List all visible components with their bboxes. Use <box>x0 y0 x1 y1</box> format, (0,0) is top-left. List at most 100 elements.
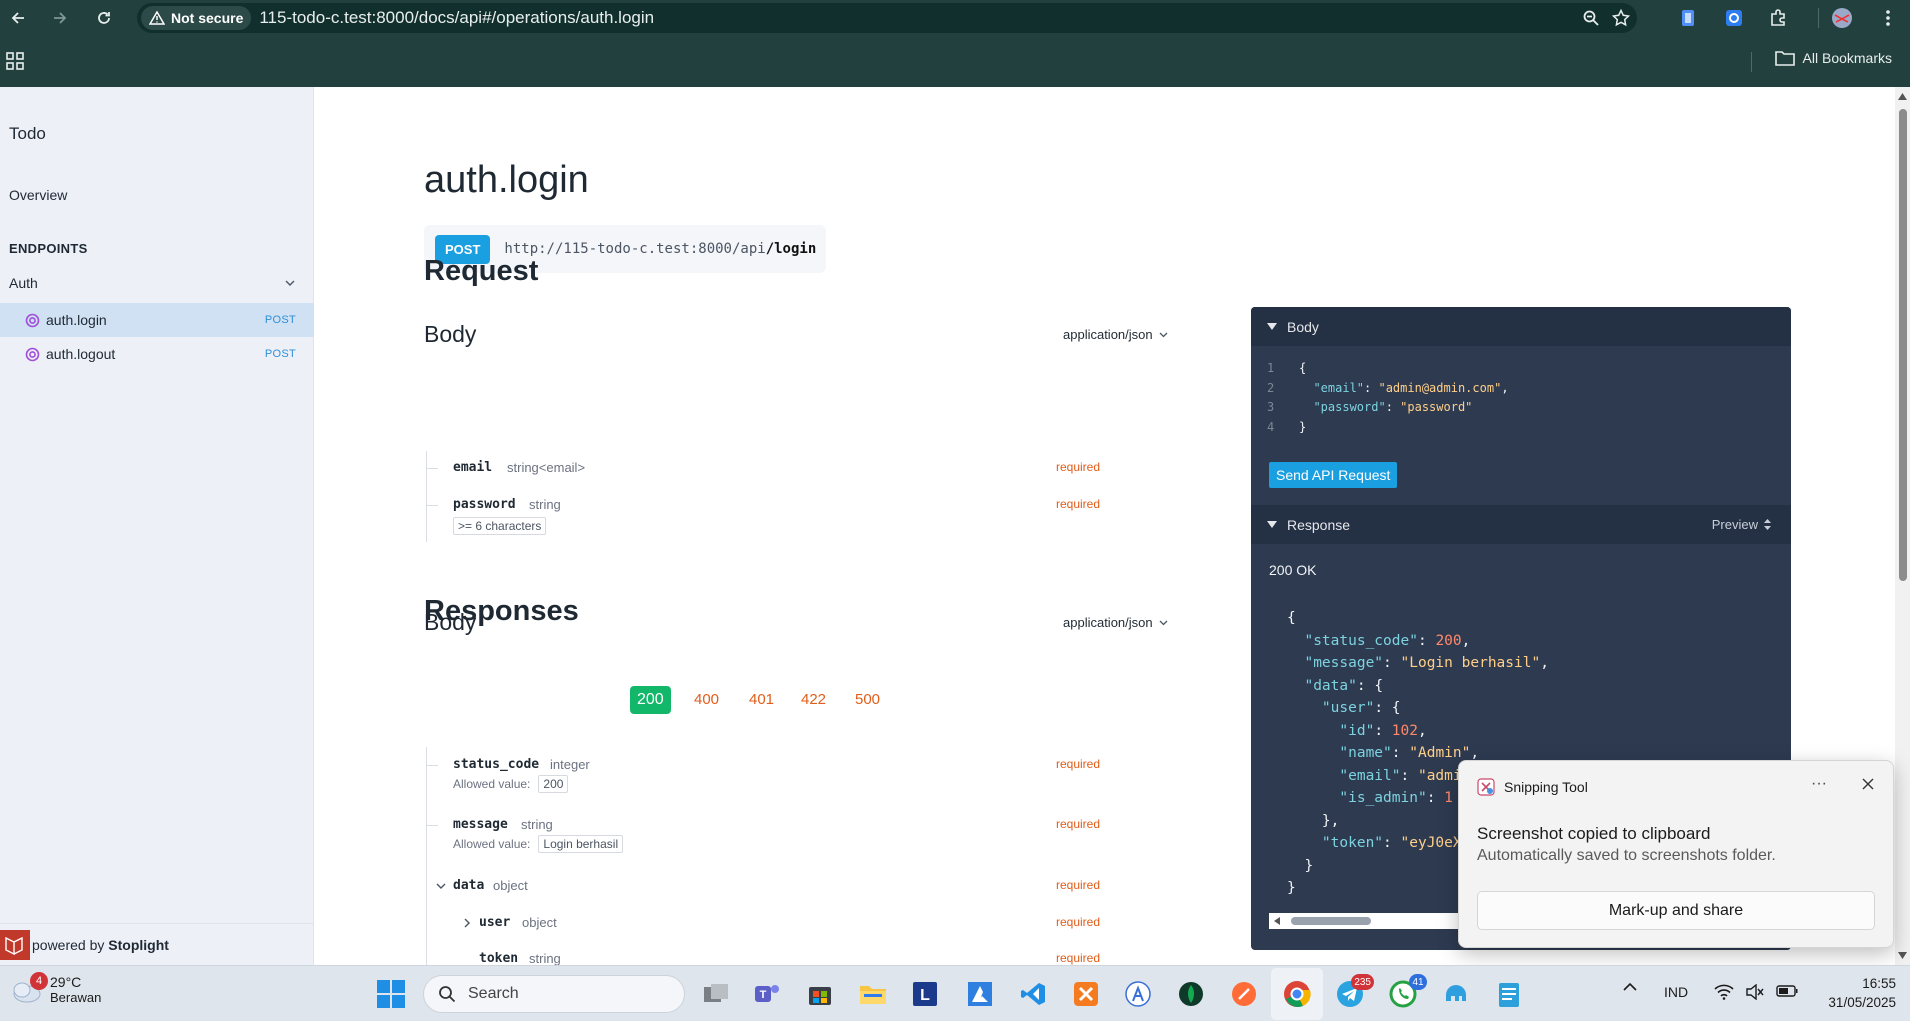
extension-gear-icon[interactable] <box>1716 0 1752 36</box>
page-scrollbar[interactable] <box>1895 87 1910 965</box>
file-explorer-icon[interactable] <box>855 976 891 1012</box>
json-value: "password" <box>1400 400 1473 414</box>
endpoint-target-icon <box>25 347 40 361</box>
windows-logo-icon <box>377 980 405 1008</box>
laravel-logo-icon <box>0 929 30 960</box>
scrollbar-thumb[interactable] <box>1899 109 1907 581</box>
project-title[interactable]: Todo <box>9 124 46 144</box>
code-text: } <box>1299 419 1307 434</box>
json-key: "data" <box>1304 677 1357 694</box>
all-bookmarks-label: All Bookmarks <box>1802 50 1892 66</box>
response-content-type-select[interactable]: application/json <box>1063 615 1168 630</box>
system-clock[interactable]: 16:55 31/05/2025 <box>1828 974 1896 1012</box>
show-hidden-icons-button[interactable] <box>1622 982 1638 992</box>
security-chip[interactable]: Not secure <box>141 6 252 30</box>
more-options-button[interactable]: ··· <box>1811 775 1827 793</box>
response-panel-header[interactable]: Response Preview <box>1251 505 1791 544</box>
menu-kebab-icon[interactable] <box>1870 0 1906 36</box>
whatsapp-icon[interactable]: 41 <box>1385 974 1427 1012</box>
weather-badge: 4 <box>30 972 48 990</box>
sort-arrows-icon <box>1764 519 1771 530</box>
request-body-panel-header[interactable]: Body <box>1251 307 1791 346</box>
sidebar-group-auth[interactable]: Auth <box>0 268 314 298</box>
json-key: "is_admin" <box>1339 790 1427 806</box>
send-api-request-button[interactable]: Send API Request <box>1269 462 1398 488</box>
notepad-icon[interactable] <box>1491 976 1527 1012</box>
microsoft-store-icon[interactable] <box>802 976 838 1012</box>
vscode-icon[interactable] <box>1015 976 1051 1012</box>
prop-type: integer <box>550 757 590 772</box>
taskbar-search[interactable]: Search <box>423 975 685 1013</box>
tree-rail <box>426 451 427 542</box>
bookmark-star-button[interactable] <box>1603 0 1639 36</box>
xampp-icon[interactable] <box>1068 976 1104 1012</box>
markup-and-share-button[interactable]: Mark-up and share <box>1477 891 1875 930</box>
task-view-icon[interactable] <box>698 976 734 1012</box>
extension-docs-icon[interactable] <box>1670 0 1706 36</box>
code-line: 1{ <box>1267 359 1509 379</box>
close-icon[interactable] <box>1861 777 1875 791</box>
prop-name: status_code <box>453 757 540 772</box>
teams-icon[interactable]: T <box>749 976 785 1012</box>
response-prop-token: token string required <box>426 951 1100 965</box>
code-line: 3 "password": "password" <box>1267 398 1509 418</box>
response-tab-401[interactable]: 401 <box>749 691 774 708</box>
sidebar-item-auth-login[interactable]: auth.login POST <box>0 303 314 337</box>
sidebar-item-label: auth.login <box>46 312 107 328</box>
elephant-app-icon[interactable] <box>1438 976 1474 1012</box>
tree-rail <box>426 747 427 965</box>
request-body-editor[interactable]: 1{ 2 "email": "admin@admin.com", 3 "pass… <box>1267 359 1509 437</box>
json-key: "status_code" <box>1304 632 1418 649</box>
toolbar-divider <box>1818 8 1819 28</box>
tree-tick <box>426 825 438 826</box>
forward-button[interactable] <box>42 0 78 36</box>
lucid-app-icon[interactable]: L <box>907 976 943 1012</box>
reload-icon <box>98 12 110 24</box>
snipping-tool-notification[interactable]: Snipping Tool ··· Screenshot copied to c… <box>1458 760 1894 948</box>
address-bar[interactable]: Not secure 115-todo-c.test:8000/docs/api… <box>137 3 1637 33</box>
azure-data-studio-icon[interactable] <box>962 976 998 1012</box>
extensions-puzzle-icon[interactable] <box>1760 0 1796 36</box>
sidebar-item-overview[interactable]: Overview <box>9 187 67 203</box>
response-tab-422[interactable]: 422 <box>801 691 826 708</box>
json-string: "Admin" <box>1409 745 1471 761</box>
tree-tick <box>426 505 438 506</box>
telegram-icon[interactable]: 235 <box>1332 974 1374 1012</box>
caret-down-icon <box>1267 322 1277 330</box>
constraint-pill: >= 6 characters <box>453 517 547 535</box>
url-text[interactable]: 115-todo-c.test:8000/docs/api#/operation… <box>259 8 654 28</box>
all-bookmarks-button[interactable]: All Bookmarks <box>1774 50 1892 66</box>
apps-grid-icon[interactable] <box>6 52 24 70</box>
zoom-icon <box>1583 10 1599 26</box>
chevron-up-icon <box>1623 982 1637 991</box>
powered-by-stoplight[interactable]: powered by Stoplight <box>0 923 314 965</box>
reload-button[interactable] <box>86 0 122 36</box>
system-tray[interactable] <box>1714 984 1798 1000</box>
json-key: "message" <box>1304 655 1384 671</box>
method-label: POST <box>264 314 296 326</box>
weather-widget[interactable]: 4 29°C Berawan <box>10 972 101 1005</box>
start-button[interactable] <box>377 980 405 1008</box>
json-punct: , <box>1501 380 1509 395</box>
mongodb-compass-icon[interactable] <box>1173 976 1209 1012</box>
postman-icon[interactable] <box>1226 976 1262 1012</box>
line-number: 2 <box>1267 380 1275 395</box>
temperature: 29°C <box>50 974 82 990</box>
scrollbar-thumb[interactable] <box>1291 917 1371 925</box>
profile-avatar[interactable] <box>1824 0 1860 36</box>
chrome-icon[interactable] <box>1279 976 1315 1012</box>
preview-select[interactable]: Preview <box>1712 517 1771 532</box>
request-content-type-select[interactable]: application/json <box>1063 327 1168 342</box>
response-tab-400[interactable]: 400 <box>694 691 719 708</box>
footer-prefix: powered by <box>32 936 109 953</box>
language-indicator[interactable]: IND <box>1664 984 1688 1000</box>
response-tab-200[interactable]: 200 <box>630 686 671 714</box>
prop-type: object <box>493 878 528 893</box>
content-type-label: application/json <box>1063 327 1153 342</box>
back-button[interactable] <box>0 0 36 36</box>
code-text: { <box>1299 361 1307 375</box>
sidebar-item-auth-logout[interactable]: auth.logout POST <box>0 337 314 371</box>
response-status: 200 OK <box>1269 562 1317 578</box>
android-studio-icon[interactable] <box>1120 976 1156 1012</box>
response-tab-500[interactable]: 500 <box>855 691 880 708</box>
